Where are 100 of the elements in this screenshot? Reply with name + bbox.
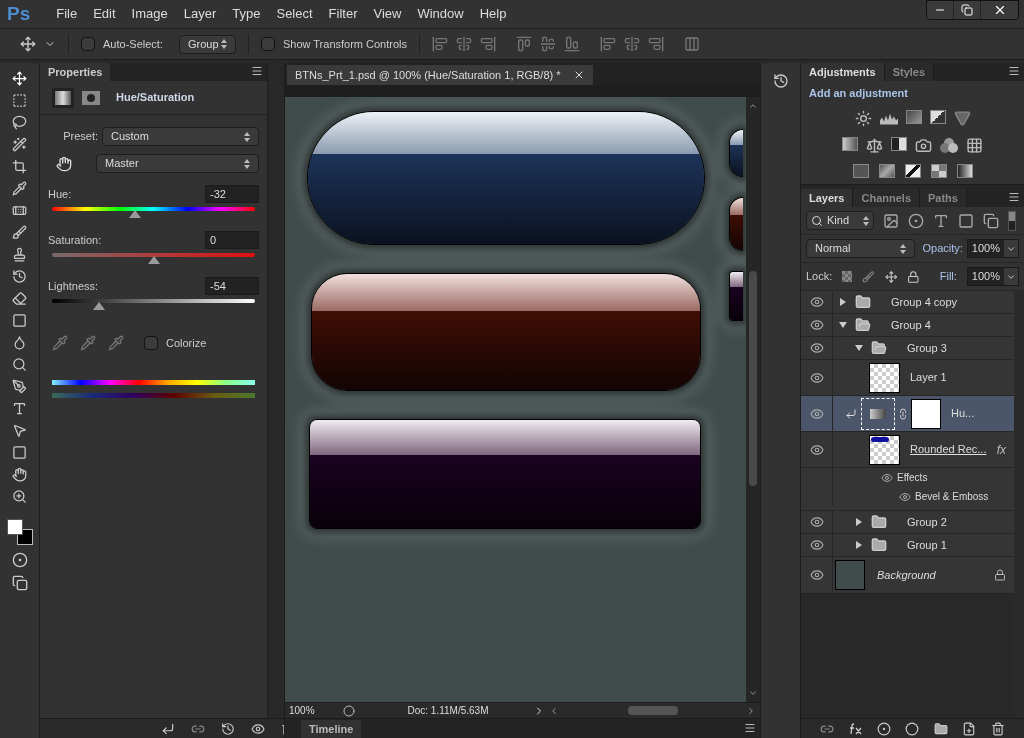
mask-icon[interactable]: [877, 721, 892, 736]
visibility-eye-icon[interactable]: [881, 471, 893, 484]
hue-saturation-icon[interactable]: [842, 136, 858, 151]
visibility-eye-icon[interactable]: [809, 318, 824, 332]
menu-item[interactable]: View: [365, 4, 410, 24]
panel-tab[interactable]: Channels: [853, 189, 920, 207]
panel-tab[interactable]: Properties: [40, 63, 111, 81]
menu-item[interactable]: Layer: [175, 4, 225, 24]
clock-icon[interactable]: [343, 704, 355, 717]
brush-icon[interactable]: [862, 269, 875, 284]
stamp-icon[interactable]: [12, 247, 27, 262]
align-icon[interactable]: [600, 36, 617, 52]
zoom-level[interactable]: 100%: [285, 703, 335, 718]
trash-icon[interactable]: [990, 721, 1005, 736]
visibility-eye-icon[interactable]: [809, 370, 824, 385]
checkbox[interactable]: [144, 336, 158, 351]
new-layer-icon[interactable]: [962, 721, 977, 736]
visibility-eye-icon[interactable]: [809, 295, 824, 309]
slider[interactable]: [52, 253, 255, 265]
slider-thumb[interactable]: [147, 256, 160, 264]
wand-icon[interactable]: [12, 137, 27, 152]
align-icon[interactable]: [564, 36, 581, 52]
smart-object-icon[interactable]: [983, 212, 999, 229]
layer-row[interactable]: Rounded Rec... fx: [801, 432, 1014, 468]
collapsed-triangle-icon[interactable]: [855, 518, 863, 526]
restore-button[interactable]: [954, 1, 981, 19]
slider-thumb[interactable]: [92, 302, 105, 310]
menu-item[interactable]: Help: [471, 4, 515, 24]
layer-row[interactable]: Group 1: [801, 534, 1014, 557]
panel-tab[interactable]: Layers: [801, 189, 854, 207]
expanded-triangle-icon[interactable]: [839, 321, 847, 329]
visibility-eye-icon[interactable]: [809, 442, 824, 457]
blend-mode-dropdown[interactable]: Normal: [806, 239, 915, 258]
scroll-thumb[interactable]: [627, 706, 678, 715]
layer-row[interactable]: Group 4: [801, 314, 1014, 337]
droplet-icon[interactable]: [12, 335, 27, 350]
layer-row[interactable]: Group 4 copy: [801, 291, 1014, 314]
layer-row[interactable]: Layer 1: [801, 360, 1014, 396]
screen-mode-icon[interactable]: [11, 575, 28, 591]
folder-icon[interactable]: [933, 721, 948, 736]
panel-tab[interactable]: Adjustments: [801, 63, 885, 81]
eraser-icon[interactable]: [12, 291, 27, 306]
history-icon[interactable]: [772, 73, 789, 89]
move-icon[interactable]: [884, 269, 898, 284]
image-icon[interactable]: [883, 212, 899, 229]
adjustment-icon[interactable]: [908, 212, 924, 229]
visibility-eye-icon[interactable]: [809, 515, 824, 529]
type-icon[interactable]: [12, 401, 27, 416]
menu-item[interactable]: Type: [224, 4, 269, 24]
marquee-icon[interactable]: [12, 93, 27, 108]
slider[interactable]: [52, 299, 255, 311]
eye-icon[interactable]: [251, 721, 265, 736]
balance-icon[interactable]: [866, 136, 883, 154]
move-tool-icon[interactable]: [20, 36, 36, 52]
crop-icon[interactable]: [12, 159, 27, 174]
rectangle-icon[interactable]: [12, 445, 27, 460]
type-icon[interactable]: [933, 212, 949, 229]
channel-dropdown[interactable]: Master: [96, 154, 259, 173]
scroll-down-icon[interactable]: [748, 688, 758, 698]
hand-icon[interactable]: [56, 155, 72, 172]
layer-row[interactable]: Group 3: [801, 337, 1014, 360]
scroll-up-icon[interactable]: [748, 101, 758, 111]
value-field[interactable]: -32: [205, 185, 259, 203]
lock-transparency-icon[interactable]: [842, 271, 853, 282]
hand-icon[interactable]: [12, 467, 27, 482]
grid-icon[interactable]: [966, 136, 983, 154]
opacity-field[interactable]: 100%: [966, 239, 1019, 258]
panel-tab[interactable]: Paths: [920, 189, 967, 207]
panel-tab[interactable]: Timeline: [301, 720, 362, 738]
collapsed-triangle-icon[interactable]: [855, 541, 863, 549]
fx-badge[interactable]: fx: [996, 440, 1006, 459]
align-icon[interactable]: [624, 36, 641, 52]
align-icon[interactable]: [432, 36, 449, 52]
scroll-thumb[interactable]: [749, 271, 757, 486]
brush-icon[interactable]: [12, 225, 27, 240]
minimize-button[interactable]: [927, 1, 954, 19]
value-field[interactable]: 0: [205, 231, 259, 249]
layer-row[interactable]: Hu...: [801, 396, 1014, 432]
visibility-eye-icon[interactable]: [899, 490, 911, 503]
split-square-icon[interactable]: [891, 136, 907, 151]
panel-menu-icon[interactable]: [1008, 191, 1020, 203]
lasso-icon[interactable]: [12, 115, 27, 130]
filter-toggle[interactable]: [1008, 210, 1016, 231]
zoom-icon[interactable]: [12, 489, 27, 504]
exposure-icon[interactable]: [929, 109, 946, 124]
collapsed-triangle-icon[interactable]: [839, 298, 847, 306]
align-icon[interactable]: [648, 36, 665, 52]
pen-icon[interactable]: [12, 379, 27, 394]
history-brush-icon[interactable]: [12, 269, 27, 284]
checkbox[interactable]: [81, 37, 95, 51]
menu-item[interactable]: File: [48, 4, 86, 24]
camera-icon[interactable]: [915, 136, 932, 154]
bandage-icon[interactable]: [12, 203, 27, 218]
preset-dropdown[interactable]: Custom: [102, 127, 259, 146]
document-tab[interactable]: BTNs_Prt_1.psd @ 100% (Hue/Saturation 1, RGB/8) *: [287, 65, 593, 85]
mask-icon[interactable]: [82, 90, 100, 105]
visibility-eye-icon[interactable]: [809, 538, 824, 552]
visibility-eye-icon[interactable]: [809, 406, 824, 421]
adjustment-icon[interactable]: [905, 721, 920, 736]
panel-tab[interactable]: Styles: [884, 63, 935, 81]
